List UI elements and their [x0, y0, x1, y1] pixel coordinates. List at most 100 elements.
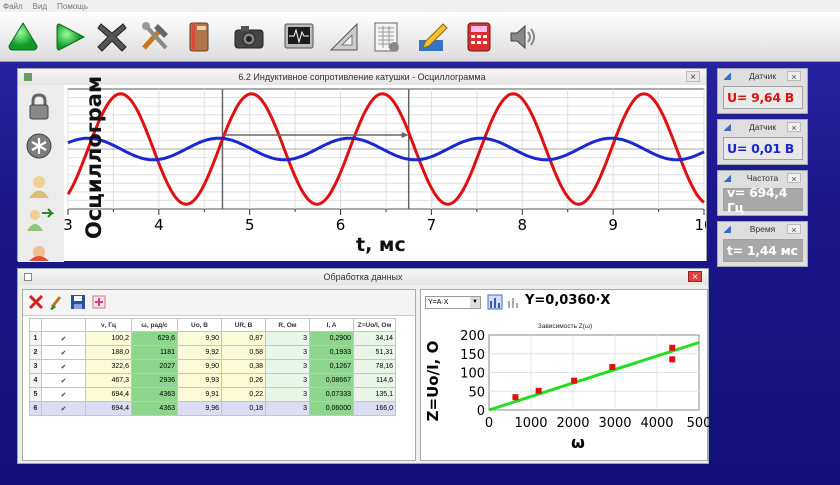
x-tick-label: 6	[336, 216, 346, 234]
stop-x-icon[interactable]	[93, 18, 131, 56]
column-header[interactable]	[29, 318, 42, 332]
column-header[interactable]: UR, В	[221, 318, 266, 332]
close-button[interactable]: ×	[787, 71, 801, 82]
column-header[interactable]: ω, рад/с	[131, 318, 178, 332]
table-cell: 2936	[131, 373, 178, 388]
x-tick-label: 2000	[556, 416, 589, 431]
speaker-icon[interactable]	[503, 18, 541, 56]
book-icon[interactable]	[180, 18, 218, 56]
close-button[interactable]: ×	[688, 271, 702, 283]
clear-brush-icon[interactable]	[48, 293, 66, 312]
table-cell: 4	[29, 373, 42, 388]
table-cell: 188,0	[85, 345, 132, 360]
table-cell: 135,1	[353, 387, 396, 402]
sensor-title: Датчик	[748, 71, 777, 81]
table-cell: 5	[29, 387, 42, 402]
column-header[interactable]: R, Ом	[265, 318, 310, 332]
data-point	[609, 364, 616, 371]
tools-icon[interactable]	[136, 18, 174, 56]
user-red-icon[interactable]	[26, 243, 52, 266]
x-tick-label: 9	[608, 216, 618, 234]
oscilloscope-icon[interactable]	[280, 18, 318, 56]
sensor-widget-1[interactable]: Датчик × U= 9,64 В	[717, 68, 808, 114]
table-cell: 9,90	[177, 359, 222, 374]
check-icon[interactable]: ✔	[41, 373, 86, 388]
check-icon[interactable]: ✔	[41, 331, 86, 346]
column-header[interactable]: Z=Uo/I, Ом	[353, 318, 396, 332]
y-tick-label: 0	[477, 404, 485, 419]
close-button[interactable]: ×	[686, 71, 700, 83]
table-cell: 1	[29, 331, 42, 346]
close-button[interactable]: ×	[787, 173, 801, 184]
users-exchange-icon[interactable]	[24, 205, 55, 240]
green-triangle-right-icon[interactable]	[52, 18, 90, 56]
menu-view[interactable]: Вид	[33, 2, 47, 11]
table-cell: 3	[265, 373, 310, 388]
table-cell: 34,14	[353, 331, 396, 346]
window-app-icon	[24, 73, 32, 81]
oscilloscope-title: 6.2 Индуктивное сопротивление катушки - …	[238, 72, 486, 82]
time-widget[interactable]: Время × t= 1,44 мс	[717, 221, 808, 267]
column-header[interactable]	[41, 318, 86, 332]
check-icon[interactable]: ✔	[41, 401, 86, 416]
pencil-notepad-icon[interactable]	[413, 18, 451, 56]
table-cell: 0,87	[221, 331, 266, 346]
window-app-icon	[24, 273, 32, 281]
table-cell: 0,18	[221, 401, 266, 416]
table-cell: 694,4	[85, 401, 132, 416]
table-cell: 9,90	[177, 331, 222, 346]
column-header[interactable]: Uo, В	[177, 318, 222, 332]
table-cell: 3	[265, 345, 310, 360]
sensor-value: U= 9,64 В	[723, 86, 803, 109]
table-cell: 0,22	[221, 387, 266, 402]
sensor-icon	[724, 123, 731, 131]
x-tick-label: 3	[64, 216, 73, 234]
save-icon[interactable]	[69, 293, 87, 312]
frequency-widget[interactable]: Частота × v= 694,4 Гц	[717, 170, 808, 216]
chart-ylabel: Z=Uo/I, О	[424, 340, 442, 422]
add-sparkle-icon[interactable]	[90, 293, 108, 312]
lock-icon[interactable]	[26, 93, 52, 126]
sensor-title: Частота	[746, 173, 779, 183]
x-tick-label: 4	[154, 216, 164, 234]
close-button[interactable]: ×	[787, 224, 801, 235]
table-row[interactable]: 2 ✔ 188,0 1181 9,92 0,58 3 0,1933 51,31	[29, 345, 396, 360]
x-tick-label: 8	[518, 216, 528, 234]
table-row[interactable]: 1 ✔ 100,2 629,6 9,90 0,87 3 0,2900 34,14	[29, 331, 396, 346]
table-cell: 100,2	[85, 331, 132, 346]
camera-icon[interactable]	[230, 18, 268, 56]
oscillogram-xlabel: t, мс	[356, 234, 406, 256]
y-tick-label: 200	[460, 329, 485, 344]
menu-help[interactable]: Помощь	[57, 2, 88, 11]
asterisk-button-icon[interactable]	[26, 133, 52, 164]
table-cell: 3	[265, 359, 310, 374]
check-icon[interactable]: ✔	[41, 387, 86, 402]
table-row[interactable]: 3 ✔ 322,6 2027 9,90 0,38 3 0,1267 78,16	[29, 359, 396, 374]
table-row[interactable]: 4 ✔ 467,3 2936 9,93 0,26 3 0,08667 114,6	[29, 373, 396, 388]
menu-file[interactable]: Файл	[3, 2, 23, 11]
oscilloscope-window: 6.2 Индуктивное сопротивление катушки - …	[17, 68, 714, 262]
data-point	[571, 377, 578, 384]
column-header[interactable]: ν, Гц	[85, 318, 132, 332]
sensor-icon	[724, 174, 731, 182]
delete-icon[interactable]	[27, 293, 45, 312]
user-icon[interactable]	[26, 173, 52, 204]
toolbar	[0, 12, 840, 62]
table-toolbar	[23, 290, 415, 316]
data-title: Обработка данных	[323, 272, 403, 282]
table-cell: 629,6	[131, 331, 178, 346]
table-cell: 4363	[131, 387, 178, 402]
table-row[interactable]: 5 ✔ 694,4 4363 9,91 0,22 3 0,07333 135,1	[29, 387, 396, 402]
green-triangle-up-icon[interactable]	[4, 18, 42, 56]
table-row[interactable]: 6 ✔ 694,4 4363 9,96 0,18 3 0,06000 166,0	[29, 401, 396, 416]
table-cell: 0,06000	[309, 401, 354, 416]
triangle-ruler-icon[interactable]	[325, 18, 363, 56]
check-icon[interactable]: ✔	[41, 359, 86, 374]
red-calculator-icon[interactable]	[460, 18, 498, 56]
close-button[interactable]: ×	[787, 122, 801, 133]
sensor-widget-2[interactable]: Датчик × U= 0,01 В	[717, 119, 808, 165]
table-cell: 166,0	[353, 401, 396, 416]
calculator-sheet-icon[interactable]	[367, 18, 405, 56]
check-icon[interactable]: ✔	[41, 345, 86, 360]
column-header[interactable]: I, A	[309, 318, 354, 332]
